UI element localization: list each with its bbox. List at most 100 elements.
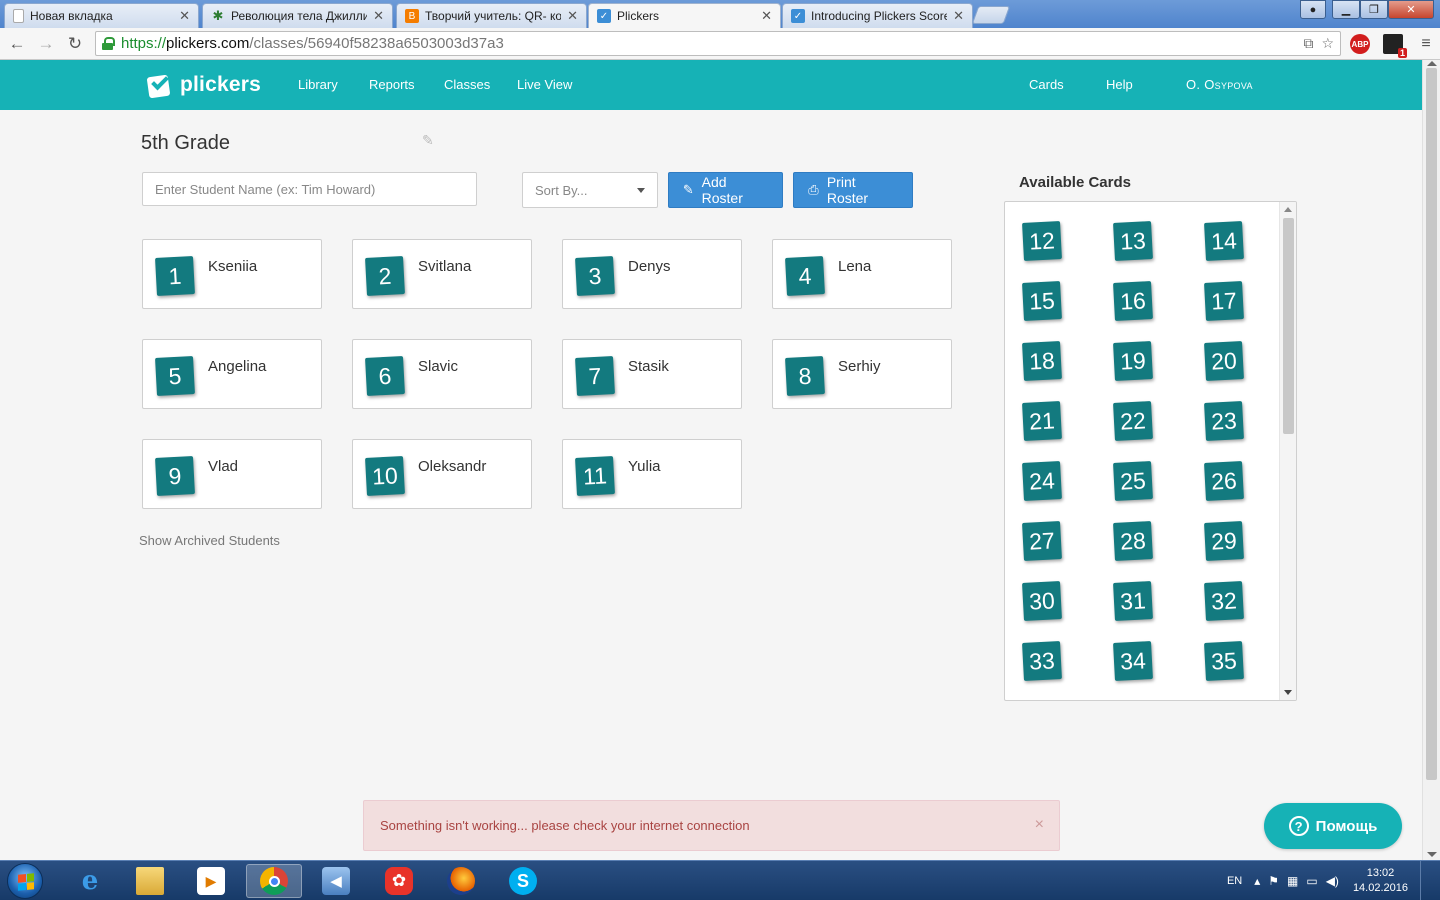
available-card[interactable]: 14 (1204, 221, 1244, 261)
taskbar-app-active[interactable] (246, 864, 302, 898)
scroll-down-icon[interactable] (1284, 690, 1292, 695)
taskbar-app[interactable]: ▶ (183, 864, 239, 898)
nav-live-view[interactable]: Live View (517, 77, 572, 92)
scroll-up-icon[interactable] (1284, 207, 1292, 212)
available-cards-scrollbar[interactable] (1279, 202, 1296, 700)
available-card[interactable]: 15 (1022, 281, 1062, 321)
student-name-input[interactable] (142, 172, 477, 206)
language-indicator[interactable]: EN (1227, 875, 1242, 887)
volume-icon[interactable]: ◀) (1326, 874, 1339, 888)
nav-reports[interactable]: Reports (369, 77, 415, 92)
nav-cards[interactable]: Cards (1029, 77, 1064, 92)
help-button[interactable]: ? Помощь (1264, 803, 1402, 849)
available-card[interactable]: 25 (1113, 461, 1153, 501)
student-card[interactable]: 3 Denys (562, 239, 742, 309)
back-arrow-icon[interactable]: ← (6, 33, 28, 55)
browser-tab[interactable]: ✱ Революция тела Джиллиан ✕ (202, 3, 393, 28)
power-icon[interactable]: ▭ (1306, 874, 1317, 888)
available-card[interactable]: 28 (1113, 521, 1153, 561)
browser-tab[interactable]: B Творчий учитель: QR- код ✕ (396, 3, 587, 28)
tab-close-icon[interactable]: ✕ (179, 8, 190, 24)
show-desktop-button[interactable] (1420, 861, 1432, 900)
available-cards-panel[interactable]: 12 13 14 15 16 17 18 19 20 21 22 23 24 2… (1004, 201, 1297, 701)
restore-button[interactable]: ❐ (1360, 0, 1388, 19)
brand-logo[interactable]: plickers (146, 72, 261, 99)
taskbar-app[interactable] (122, 864, 178, 898)
taskbar-app[interactable]: ✿ (371, 864, 427, 898)
user-profile-icon[interactable]: ● (1300, 0, 1326, 19)
available-card[interactable]: 23 (1204, 401, 1244, 441)
taskbar-app[interactable]: ◀ (308, 864, 364, 898)
student-card[interactable]: 10 Oleksandr (352, 439, 532, 509)
available-card[interactable]: 16 (1113, 281, 1153, 321)
pencil-icon[interactable]: ✎ (422, 133, 434, 147)
taskbar-app[interactable] (433, 864, 489, 898)
tab-close-icon[interactable]: ✕ (953, 8, 964, 24)
star-icon[interactable]: ☆ (1321, 35, 1334, 52)
tab-close-icon[interactable]: ✕ (567, 8, 578, 24)
available-card[interactable]: 21 (1022, 401, 1062, 441)
nav-user-menu[interactable]: O. Osypova (1186, 77, 1253, 92)
available-card[interactable]: 32 (1204, 581, 1244, 621)
available-card[interactable]: 33 (1022, 641, 1062, 681)
browser-tab[interactable]: ✓ Introducing Plickers Scorecard ✕ (782, 3, 973, 28)
student-card[interactable]: 9 Vlad (142, 439, 322, 509)
sort-by-select[interactable]: Sort By... (522, 172, 658, 208)
system-clock[interactable]: 13:02 14.02.2016 (1353, 866, 1408, 896)
student-card[interactable]: 11 Yulia (562, 439, 742, 509)
tab-close-icon[interactable]: ✕ (761, 8, 772, 24)
browser-tab-active[interactable]: ✓ Plickers ✕ (588, 3, 781, 28)
student-card[interactable]: 8 Serhiy (772, 339, 952, 409)
browser-tab[interactable]: Новая вкладка ✕ (4, 3, 199, 28)
scroll-down-icon[interactable] (1427, 852, 1437, 857)
available-card[interactable]: 30 (1022, 581, 1062, 621)
student-card[interactable]: 4 Lena (772, 239, 952, 309)
abp-icon[interactable]: ABP (1350, 34, 1370, 54)
forward-arrow-icon[interactable]: → (35, 33, 57, 55)
new-tab-button[interactable] (971, 6, 1011, 24)
student-card[interactable]: 7 Stasik (562, 339, 742, 409)
available-card[interactable]: 19 (1113, 341, 1153, 381)
scroll-thumb[interactable] (1426, 68, 1437, 780)
menu-icon[interactable]: ≡ (1416, 34, 1436, 54)
student-card[interactable]: 6 Slavic (352, 339, 532, 409)
available-card[interactable]: 34 (1113, 641, 1153, 681)
reload-icon[interactable]: ↻ (64, 33, 86, 55)
start-button[interactable] (7, 863, 43, 899)
show-archived-students-link[interactable]: Show Archived Students (139, 533, 280, 548)
translate-icon[interactable]: ⧉ (1303, 35, 1313, 52)
available-card[interactable]: 18 (1022, 341, 1062, 381)
student-card[interactable]: 2 Svitlana (352, 239, 532, 309)
available-card[interactable]: 17 (1204, 281, 1244, 321)
add-roster-button[interactable]: ✎ Add Roster (668, 172, 783, 208)
close-window-button[interactable]: ✕ (1388, 0, 1434, 19)
flag-icon[interactable]: ⚑ (1268, 874, 1279, 888)
available-card[interactable]: 26 (1204, 461, 1244, 501)
available-card[interactable]: 27 (1022, 521, 1062, 561)
student-card[interactable]: 5 Angelina (142, 339, 322, 409)
print-roster-button[interactable]: ⎙ Print Roster (793, 172, 913, 208)
available-card[interactable]: 20 (1204, 341, 1244, 381)
scroll-thumb[interactable] (1283, 218, 1294, 434)
network-icon[interactable]: ▦ (1287, 874, 1298, 888)
cast-icon[interactable]: 1 (1383, 34, 1407, 58)
page-scrollbar[interactable] (1422, 60, 1440, 860)
available-card[interactable]: 29 (1204, 521, 1244, 561)
available-card[interactable]: 31 (1113, 581, 1153, 621)
close-icon[interactable]: × (1035, 816, 1044, 834)
chevron-up-icon[interactable]: ▴ (1254, 874, 1260, 888)
nav-library[interactable]: Library (298, 77, 338, 92)
nav-help[interactable]: Help (1106, 77, 1133, 92)
taskbar-app[interactable]: S (495, 864, 551, 898)
available-card[interactable]: 24 (1022, 461, 1062, 501)
scroll-up-icon[interactable] (1427, 61, 1437, 66)
minimize-button[interactable]: ▁ (1332, 0, 1360, 19)
nav-classes[interactable]: Classes (444, 77, 490, 92)
address-bar[interactable]: https://plickers.com/classes/56940f58238… (95, 31, 1341, 56)
available-card[interactable]: 13 (1113, 221, 1153, 261)
available-card[interactable]: 12 (1022, 221, 1062, 261)
taskbar-app[interactable]: e (62, 864, 118, 898)
available-card[interactable]: 35 (1204, 641, 1244, 681)
student-card[interactable]: 1 Kseniia (142, 239, 322, 309)
available-card[interactable]: 22 (1113, 401, 1153, 441)
